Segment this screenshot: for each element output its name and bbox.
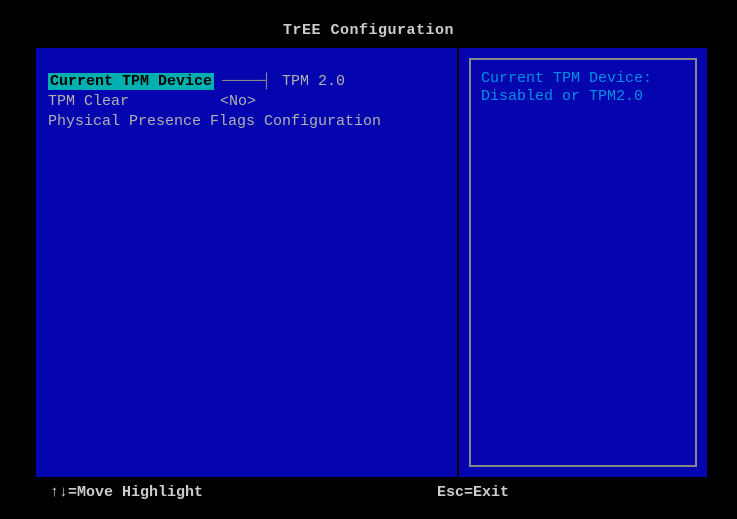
menu-value: TPM 2.0 <box>278 73 345 90</box>
help-panel: Current TPM Device: Disabled or TPM2.0 <box>459 48 707 477</box>
menu-item-physical-presence[interactable]: Physical Presence Flags Configuration <box>48 112 445 130</box>
menu-label: Physical Presence Flags Configuration <box>48 113 381 130</box>
menu-panel: Current TPM Device ─────┤ TPM 2.0 TPM Cl… <box>36 48 459 477</box>
help-text-line2: Disabled or TPM2.0 <box>481 88 685 106</box>
menu-item-tpm-clear[interactable]: TPM Clear <No> <box>48 92 445 110</box>
menu-value: <No> <box>216 93 256 110</box>
hint-exit: Esc=Exit <box>437 484 697 501</box>
menu-label: TPM Clear <box>48 93 216 110</box>
menu-label-selected: Current TPM Device <box>48 73 214 90</box>
menu-item-current-tpm-device[interactable]: Current TPM Device ─────┤ TPM 2.0 <box>48 72 445 90</box>
footer-hints: ↑↓=Move Highlight Esc=Exit <box>50 484 697 501</box>
hint-move: ↑↓=Move Highlight <box>50 484 437 501</box>
connector-line: ─────┤ <box>214 73 278 90</box>
page-title: TrEE Configuration <box>0 0 737 47</box>
help-text-line1: Current TPM Device: <box>481 70 685 88</box>
main-area: Current TPM Device ─────┤ TPM 2.0 TPM Cl… <box>36 48 707 477</box>
help-panel-inner: Current TPM Device: Disabled or TPM2.0 <box>469 58 697 467</box>
